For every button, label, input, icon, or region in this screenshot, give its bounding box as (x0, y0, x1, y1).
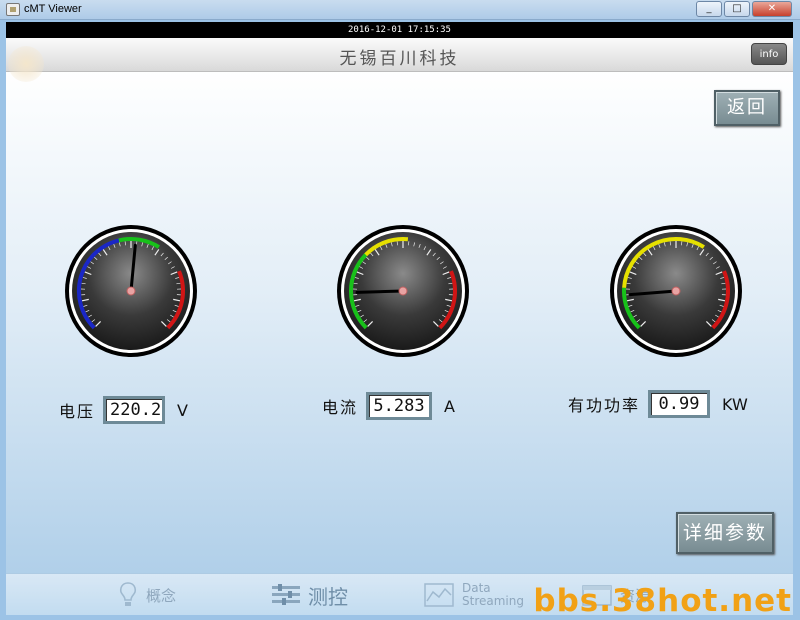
power-unit: KW (722, 394, 748, 414)
nav-label-control: 测控 (308, 584, 348, 609)
current-unit: A (444, 396, 455, 416)
current-gauge-tick (408, 241, 410, 246)
voltage-unit: V (177, 400, 188, 420)
voltage-gauge-face (65, 225, 197, 357)
back-button[interactable]: 返回 (714, 90, 780, 126)
voltage-gauge-tick (124, 241, 126, 246)
window-titlebar: cMT Viewer _ □ ✕ (0, 0, 800, 20)
power-value: 0.99 (648, 390, 711, 418)
current-label: 电流 (322, 398, 359, 417)
voltage-gauge-hub (126, 286, 136, 296)
app-icon (6, 3, 20, 16)
minimize-button[interactable]: _ (696, 1, 722, 17)
voltage-label: 电压 (59, 402, 96, 421)
current-gauge-hub (398, 286, 408, 296)
current-value: 5.283 (366, 392, 433, 420)
maximize-button[interactable]: □ (724, 1, 750, 17)
power-label: 有功功率 (568, 396, 641, 415)
nav-item-data-streaming[interactable]: Data Streaming (424, 578, 524, 612)
sliders-icon (272, 584, 300, 605)
power-readout: 有功功率 0.99 KW (568, 390, 748, 418)
lightbulb-icon (119, 582, 137, 606)
power-gauge-face (610, 225, 742, 357)
nav-item-concept[interactable]: 概念 (118, 578, 176, 612)
nav-label-data-streaming: Data Streaming (462, 582, 524, 608)
close-button[interactable]: ✕ (752, 1, 792, 17)
power-gauge (609, 224, 743, 358)
power-gauge-tick (669, 241, 671, 246)
current-readout: 电流 5.283 A (322, 392, 455, 420)
nav-label-streaming: Streaming (462, 594, 524, 608)
current-gauge-tick (396, 241, 398, 246)
power-gauge-hub (671, 286, 681, 296)
detail-parameters-button[interactable]: 详细参数 (676, 512, 774, 554)
window-controls: _ □ ✕ (696, 1, 792, 17)
nav-item-control[interactable]: 测控 (272, 578, 348, 612)
voltage-readout: 电压 220.2 V (59, 396, 188, 424)
current-gauge-face (337, 225, 469, 357)
power-gauge-tick (681, 241, 683, 246)
page-title: 无锡百川科技 (339, 49, 460, 69)
page-header: 无锡百川科技 info (6, 38, 793, 82)
window-title: cMT Viewer (24, 3, 82, 15)
hmi-screen: 2016-12-01 17:15:35 无锡百川科技 info 返回 电压 22… (6, 22, 793, 615)
nav-label-concept: 概念 (146, 586, 177, 605)
voltage-value: 220.2 (103, 396, 166, 424)
clock-display: 2016-12-01 17:15:35 (6, 22, 793, 38)
watermark: bbs.38hot.net (533, 583, 792, 619)
current-gauge (336, 224, 470, 358)
voltage-gauge (64, 224, 198, 358)
chart-icon (424, 583, 454, 607)
current-gauge-needle (355, 289, 405, 294)
info-button[interactable]: info (751, 43, 787, 65)
